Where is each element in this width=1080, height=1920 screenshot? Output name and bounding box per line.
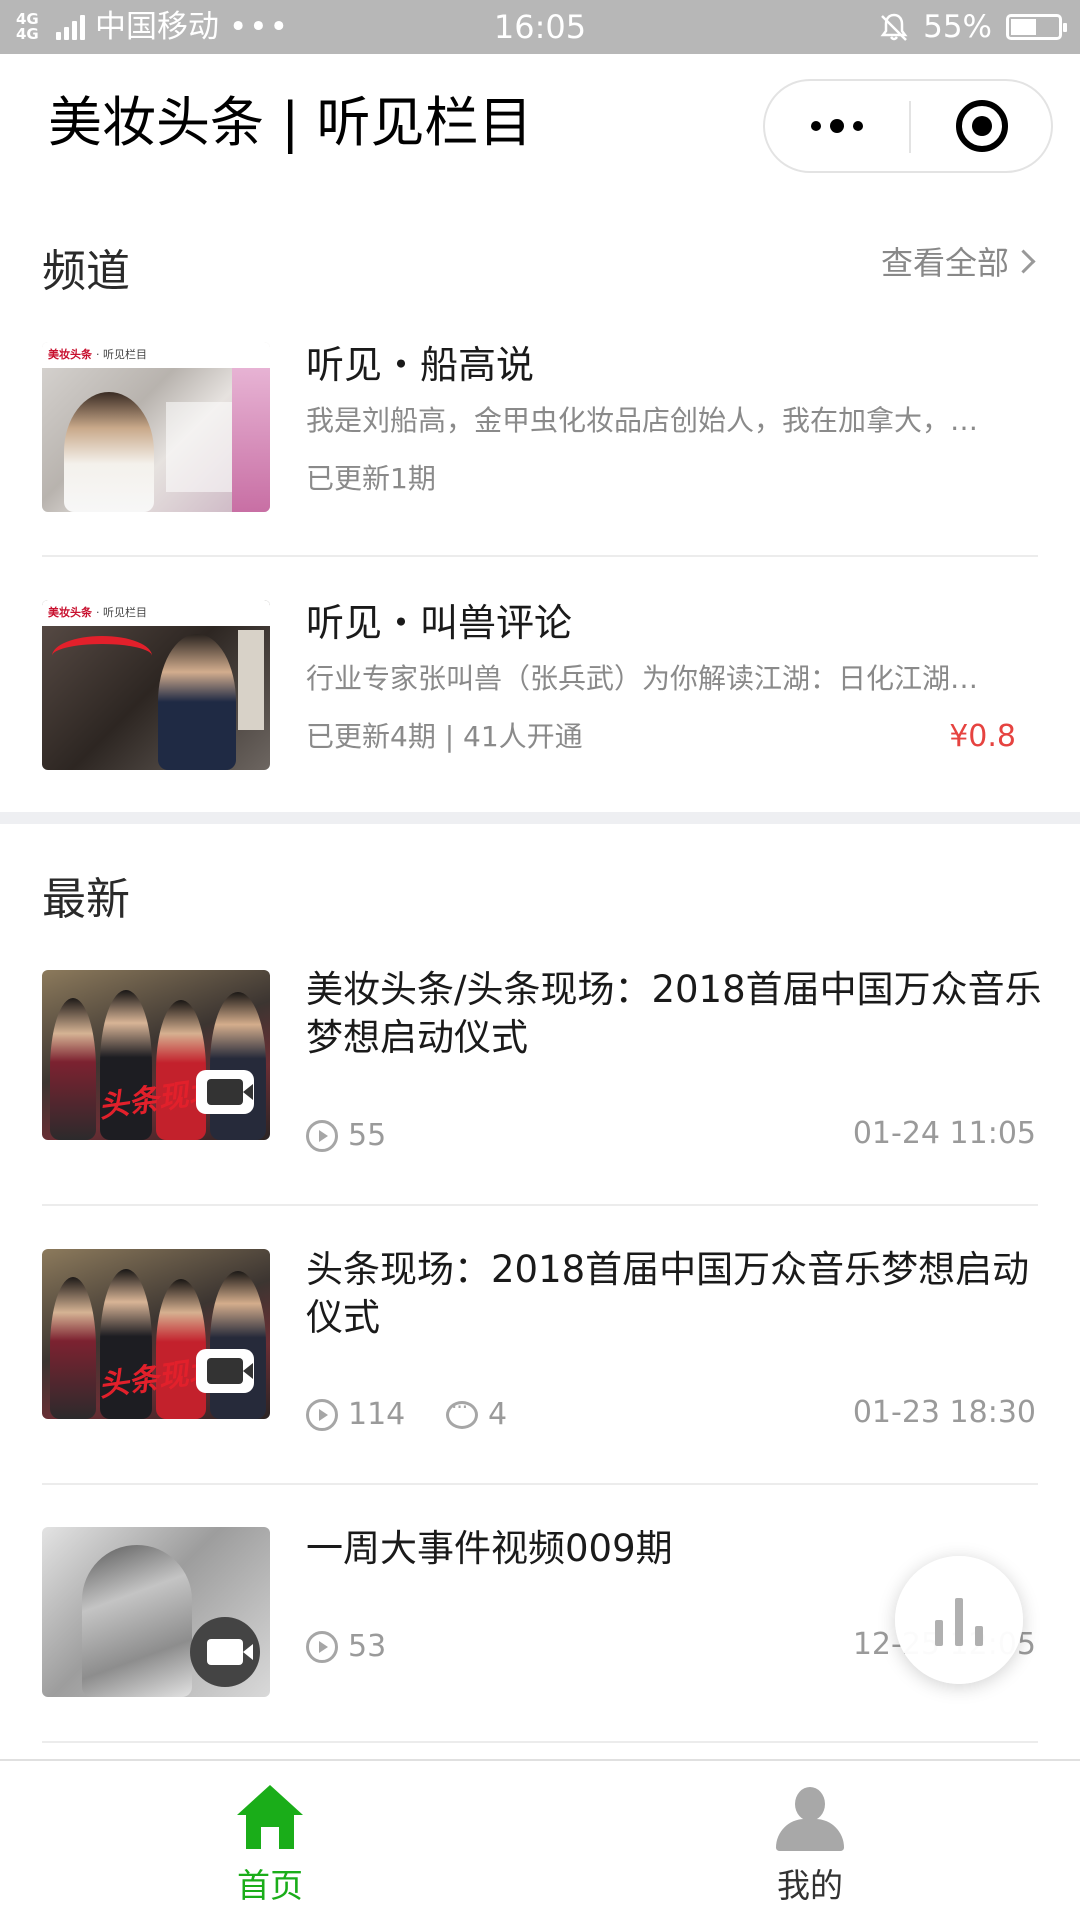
divider: [42, 555, 1038, 557]
play-count-value: 53: [348, 1629, 387, 1664]
section-divider: [0, 812, 1080, 824]
more-dot-icon: [830, 119, 844, 133]
user-icon: [776, 1787, 844, 1851]
play-icon: [306, 1119, 338, 1152]
comment-count: 4: [446, 1395, 508, 1432]
mini-program-capsule: [763, 79, 1053, 173]
audio-bars-icon: [975, 1626, 983, 1646]
target-close-icon: [956, 100, 1008, 152]
audio-player-button[interactable]: [895, 1556, 1023, 1684]
channels-section-title: 频道: [42, 246, 130, 297]
video-date: 01-24 11:05: [852, 1116, 1036, 1151]
more-dot-icon: [811, 121, 821, 131]
view-all-label: 查看全部: [880, 244, 1009, 282]
thumbnail-banner: 美妆头条 · 听见栏目: [42, 600, 270, 626]
play-count-value: 114: [348, 1397, 406, 1432]
channel-thumbnail: 美妆头条 · 听见栏目: [42, 600, 270, 770]
play-count: 53: [306, 1629, 386, 1664]
divider: [42, 1483, 1038, 1485]
home-icon: [237, 1785, 303, 1849]
divider: [42, 1741, 1038, 1743]
more-button[interactable]: [765, 81, 909, 171]
battery-percent: 55%: [923, 9, 992, 45]
comment-count-value: 4: [488, 1397, 508, 1432]
channel-subscription-info: 已更新4期 | 41人开通: [306, 720, 583, 753]
video-date: 01-23 18:30: [852, 1395, 1036, 1430]
close-button[interactable]: [911, 81, 1053, 171]
tab-mine-label: 我的: [777, 1866, 843, 1905]
tab-mine[interactable]: 我的: [540, 1761, 1080, 1920]
channel-description: 行业专家张叫兽（张兵武）为你解读江湖：日化江湖…: [306, 662, 979, 695]
video-thumbnail: 头条现场: [42, 1249, 270, 1419]
channel-price: ¥0.8: [949, 719, 1016, 754]
battery-icon: [1006, 14, 1067, 40]
comment-icon: [446, 1395, 478, 1429]
video-title: 头条现场：2018首届中国万众音乐梦想启动仪式: [306, 1248, 1030, 1339]
tab-home-label: 首页: [237, 1866, 303, 1905]
tab-bar: 首页 我的: [0, 1759, 1080, 1920]
video-title: 美妆头条/头条现场：2018首届中国万众音乐梦想启动仪式: [306, 968, 1042, 1059]
divider: [42, 1204, 1038, 1206]
channel-description: 我是刘船高，金甲虫化妆品店创始人，我在加拿大，…: [306, 404, 979, 437]
audio-bars-icon: [955, 1598, 963, 1646]
status-bar: 4G 4G 中国移动 ••• 16:05 55%: [0, 0, 1080, 54]
channel-thumbnail: 美妆头条 · 听见栏目: [42, 342, 270, 512]
channel-title: 听见・船高说: [306, 343, 535, 387]
video-camera-icon: [196, 1070, 254, 1114]
play-count-value: 55: [348, 1118, 387, 1153]
video-camera-icon: [196, 1349, 254, 1393]
video-thumbnail: [42, 1527, 270, 1697]
play-icon: [306, 1398, 338, 1431]
screen: 4G 4G 中国移动 ••• 16:05 55% 美妆头条 | 听见栏目 频道 …: [0, 0, 1080, 1920]
more-dot-icon: [853, 121, 863, 131]
thumbnail-banner: 美妆头条 · 听见栏目: [42, 342, 270, 368]
latest-section-title: 最新: [42, 874, 130, 925]
mute-bell-icon: [880, 13, 908, 41]
video-thumbnail: 头条现场: [42, 970, 270, 1140]
audio-bars-icon: [935, 1620, 943, 1646]
view-all-link[interactable]: 查看全部: [880, 238, 1036, 284]
battery-level: [1011, 19, 1036, 35]
play-icon: [306, 1630, 338, 1663]
play-count: 55: [306, 1118, 386, 1153]
video-camera-icon: [190, 1617, 260, 1687]
chevron-right-icon: [1011, 248, 1036, 274]
channel-title: 听见・叫兽评论: [306, 601, 573, 645]
tab-home[interactable]: 首页: [0, 1761, 540, 1920]
page-title: 美妆头条 | 听见栏目: [48, 91, 533, 154]
channel-update-count: 已更新1期: [306, 462, 436, 495]
play-count: 114: [306, 1397, 405, 1432]
navigation-bar: 美妆头条 | 听见栏目: [0, 54, 1080, 198]
